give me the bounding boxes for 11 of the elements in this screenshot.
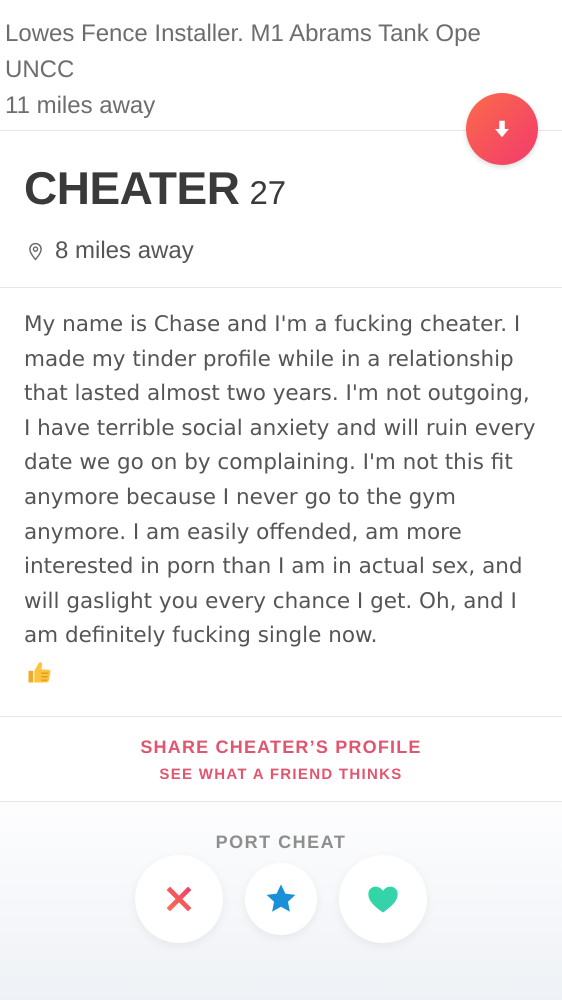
report-link[interactable]: PORT CHEAT: [216, 832, 346, 853]
distance-text: 8 miles away: [55, 237, 194, 265]
profile-name: CHEATER: [24, 161, 240, 215]
share-profile-link[interactable]: SHARE CHEATER’S PROFILE: [140, 736, 422, 758]
profile-age: 27: [249, 174, 286, 212]
profile-info-text: 11 miles away: [5, 91, 156, 121]
bio-text: My name is Chase and I'm a fucking cheater. I made my tinder profile while in a relationship that lasted almost two years. I'm not outgoing, I have terrible social anxiety and will ruin every date we go on by complaining. I'm not this fit anymore because I never go to the gym anymore. I am easily offended, am more interested in porn than I am in actual sex, and will gaslight you every chance I get. Oh, and I am definitely fucking single now.: [24, 311, 536, 650]
location-pin-icon: [28, 242, 43, 260]
see-friend-link[interactable]: SEE WHAT A FRIEND THINKS: [159, 766, 403, 783]
profile-info-text: Lowes Fence Installer. M1 Abrams Tank Ope: [5, 19, 482, 49]
profile-info-text: UNCC: [5, 55, 76, 85]
